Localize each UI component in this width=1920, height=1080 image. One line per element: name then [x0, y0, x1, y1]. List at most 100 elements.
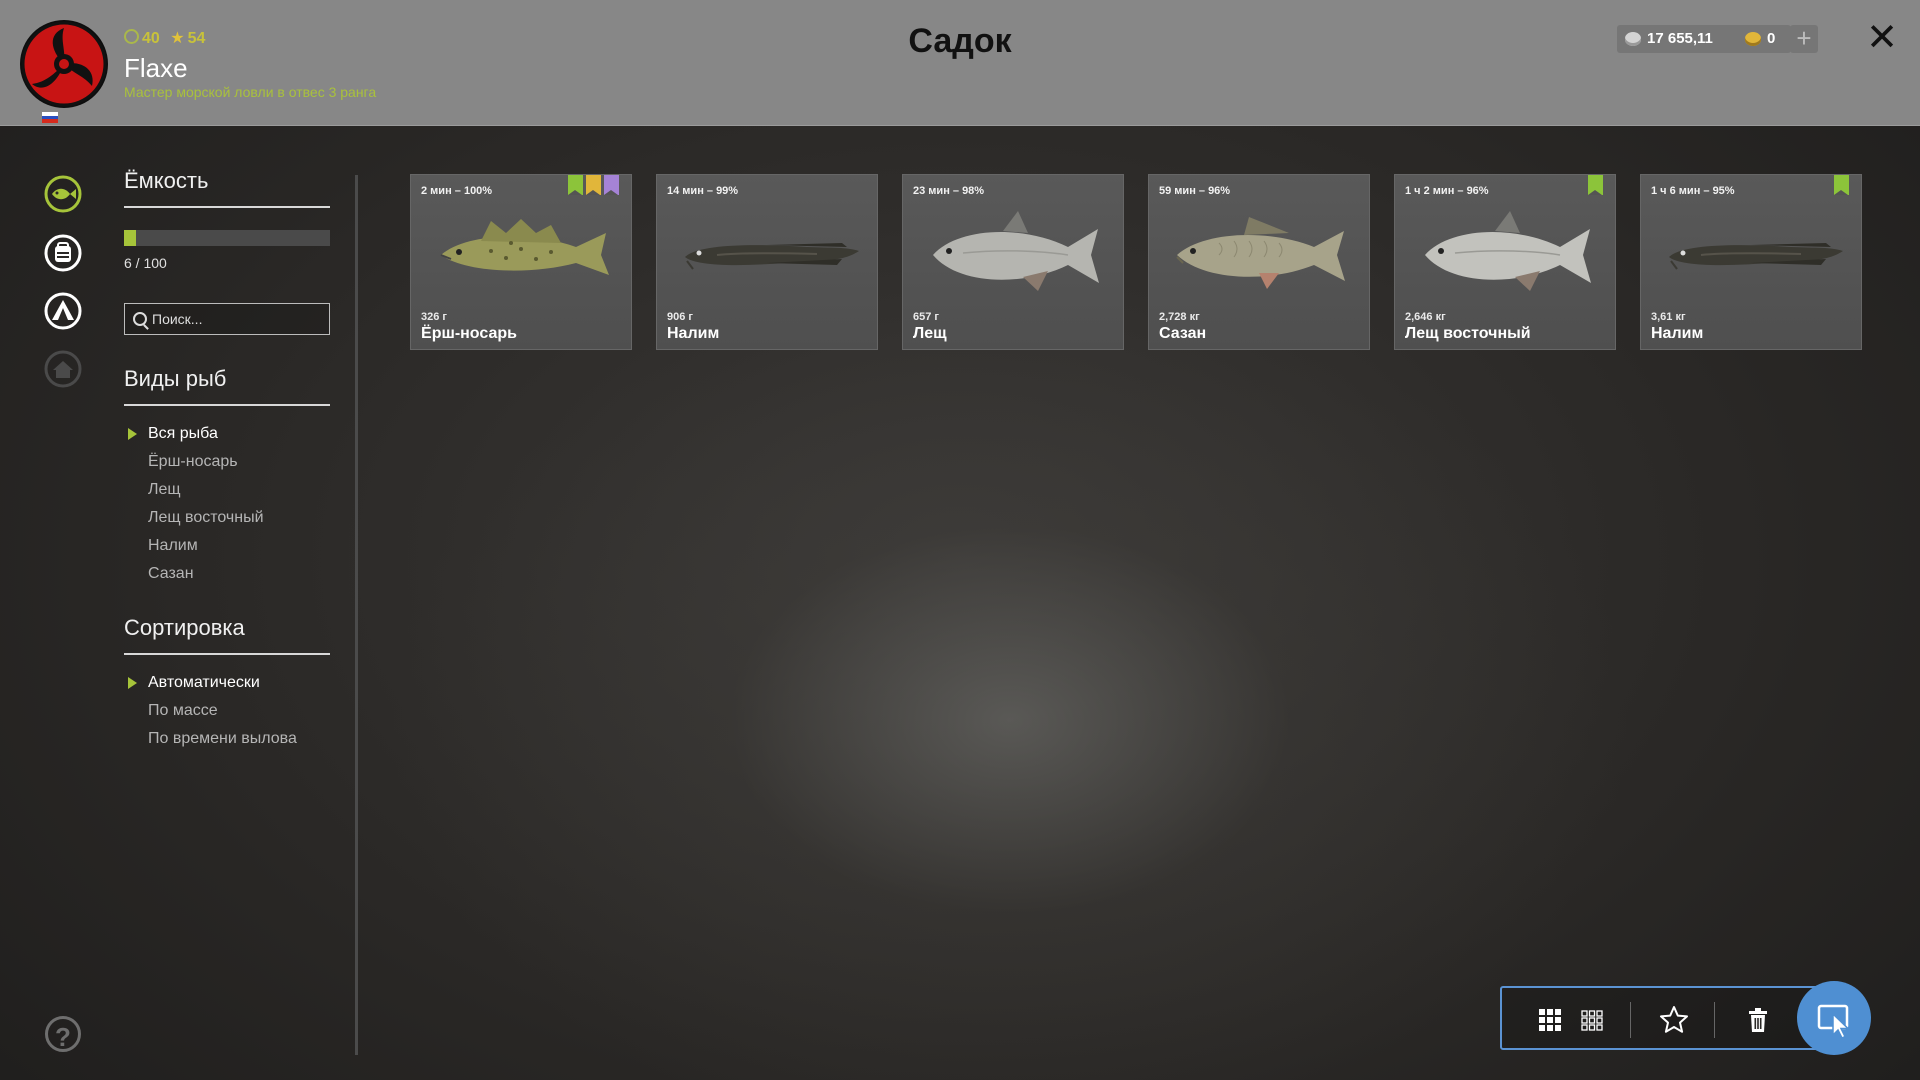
xp-level: 40: [124, 29, 160, 47]
keepnet-icon: [44, 175, 82, 213]
sort-section: Сортировка Автоматически По массе По вре…: [124, 615, 330, 753]
fish-name: Лещ восточный: [1405, 325, 1531, 342]
grid-large-button[interactable]: [1532, 1002, 1568, 1038]
sort-item-label: По времени вылова: [148, 730, 297, 747]
trash-icon: [1749, 1008, 1767, 1032]
fish-card[interactable]: 14 мин – 99% 906 г Налим: [656, 174, 878, 350]
gold-coin-icon: [1745, 32, 1761, 46]
fish-name: Налим: [1651, 325, 1704, 342]
species-section: Виды рыб Вся рыба Ёрш-носарь Лещ Лещ вос…: [124, 366, 330, 588]
help-icon[interactable]: ?: [45, 1016, 81, 1052]
fish-weight: 2,728 кг: [1159, 311, 1200, 323]
species-item-label: Лещ восточный: [148, 509, 264, 526]
bottom-toolbar: [1500, 986, 1830, 1050]
fish-card[interactable]: 1 ч 6 мин – 95% 3,61 кг Налим: [1640, 174, 1862, 350]
fish-badges: [1834, 175, 1849, 195]
favorite-button[interactable]: [1656, 1002, 1692, 1038]
species-item-label: Сазан: [148, 565, 194, 582]
species-item-label: Лещ: [148, 481, 181, 498]
divider: [124, 206, 330, 208]
grid-large-icon: [1539, 1009, 1561, 1031]
fish-weight: 906 г: [667, 311, 693, 323]
species-item-ruffe[interactable]: Ёрш-носарь: [124, 448, 330, 476]
sort-item-label: Автоматически: [148, 674, 260, 691]
select-cursor-icon: [1817, 1004, 1850, 1040]
country-flag-icon: [42, 112, 58, 123]
clan-emblem-icon: [21, 21, 107, 107]
home-tab[interactable]: [43, 349, 83, 389]
species-item-burbot[interactable]: Налим: [124, 532, 330, 560]
fish-catch-info: 59 мин – 96%: [1159, 185, 1231, 197]
top-bar: 40 ★ 54 Flaxe Мастер морской ловли в отве…: [0, 0, 1920, 126]
home-icon: [44, 350, 82, 388]
star-level: ★ 54: [170, 30, 206, 47]
toolbar-divider: [1630, 1002, 1631, 1038]
sort-item-auto[interactable]: Автоматически: [124, 669, 330, 697]
selected-arrow-icon: [128, 677, 137, 689]
backpack-icon: [44, 234, 82, 272]
player-avatar[interactable]: [20, 20, 108, 123]
fish-weight: 3,61 кг: [1651, 311, 1686, 323]
fish-catch-info: 14 мин – 99%: [667, 185, 739, 197]
eastern-bream-fish-icon: [1425, 211, 1591, 291]
grid-small-icon: [1581, 1010, 1603, 1031]
fish-catch-info: 23 мин – 98%: [913, 185, 985, 197]
search-box[interactable]: [124, 303, 330, 335]
species-item-eastern-bream[interactable]: Лещ восточный: [124, 504, 330, 532]
search-input[interactable]: [152, 304, 322, 334]
fish-card[interactable]: 59 мин – 96% 2,728 кг Сазан: [1148, 174, 1370, 350]
sort-title: Сортировка: [124, 615, 245, 640]
gold-amount: 0: [1767, 30, 1776, 47]
species-item-label: Ёрш-носарь: [148, 453, 238, 470]
species-item-label: Вся рыба: [148, 425, 218, 442]
panel-divider: [355, 175, 358, 1055]
silver-amount: 17 655,11: [1647, 30, 1713, 47]
select-mode-button[interactable]: [1797, 981, 1871, 1055]
fish-name: Лещ: [913, 325, 947, 342]
player-name: Flaxe: [124, 53, 188, 83]
carp-fish-icon: [1176, 217, 1345, 289]
camp-icon: [44, 292, 82, 330]
delete-button[interactable]: [1740, 1002, 1776, 1038]
bookmark-badge-icon: [568, 175, 583, 195]
sort-item-time[interactable]: По времени вылова: [124, 725, 330, 753]
star-icon: ★: [170, 30, 185, 47]
species-item-carp[interactable]: Сазан: [124, 560, 330, 588]
fish-name: Налим: [667, 325, 720, 342]
add-currency-button[interactable]: +: [1790, 25, 1818, 53]
fish-catch-info: 2 мин – 100%: [421, 185, 493, 197]
backpack-tab[interactable]: [43, 233, 83, 273]
species-item-label: Налим: [148, 537, 198, 554]
fish-card[interactable]: 23 мин – 98% 657 г Лещ: [902, 174, 1124, 350]
toolbar-divider: [1714, 1002, 1715, 1038]
sort-list: Автоматически По массе По времени вылова: [124, 669, 330, 753]
selected-arrow-icon: [128, 428, 137, 440]
fish-weight: 657 г: [913, 311, 939, 323]
fish-catch-info: 1 ч 2 мин – 96%: [1405, 185, 1489, 197]
species-item-bream[interactable]: Лещ: [124, 476, 330, 504]
fish-name: Сазан: [1159, 325, 1207, 342]
species-title: Виды рыб: [124, 366, 227, 391]
player-rank: Мастер морской ловли в отвес 3 ранга: [124, 84, 377, 100]
sort-item-label: По массе: [148, 702, 218, 719]
xp-icon: [124, 29, 139, 44]
fish-card[interactable]: 2 мин – 100% 326 г Ёрш-носарь: [410, 174, 632, 350]
search-icon: [133, 312, 147, 326]
burbot-fish-icon: [685, 243, 859, 270]
fish-badges: [1588, 175, 1603, 195]
bookmark-badge-icon: [1588, 175, 1603, 195]
burbot-fish-icon: [1669, 243, 1843, 270]
bookmark-badge-icon: [586, 175, 601, 195]
close-button[interactable]: ✕: [1864, 18, 1900, 58]
species-item-all[interactable]: Вся рыба: [124, 420, 330, 448]
sort-item-weight[interactable]: По массе: [124, 697, 330, 725]
fish-badges: [568, 175, 619, 195]
keepnet-tab[interactable]: [43, 174, 83, 214]
camp-tab[interactable]: [43, 291, 83, 331]
fish-card[interactable]: 1 ч 2 мин – 96% 2,646 кг Лещ восточный: [1394, 174, 1616, 350]
capacity-progress-fill: [124, 230, 137, 246]
fish-weight: 2,646 кг: [1405, 311, 1446, 323]
fish-catch-info: 1 ч 6 мин – 95%: [1651, 185, 1735, 197]
grid-small-button[interactable]: [1574, 1002, 1610, 1038]
ruffe-fish-icon: [440, 219, 609, 275]
